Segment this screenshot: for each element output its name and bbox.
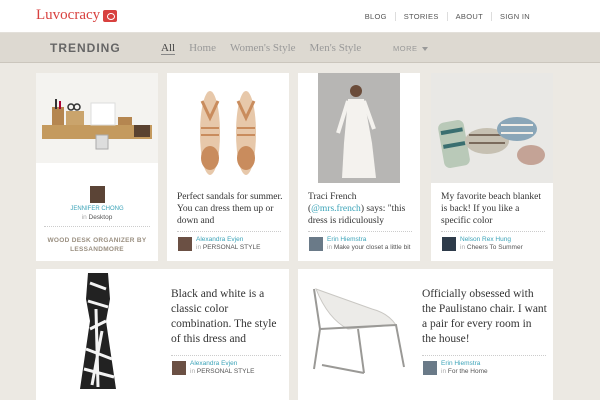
- product-description[interactable]: Perfect sandals for summer. You can dres…: [177, 191, 283, 227]
- avatar[interactable]: [172, 361, 186, 375]
- nav-signin-link[interactable]: SIGN IN: [490, 12, 538, 21]
- top-nav: BLOG STORIES ABOUT SIGN IN: [357, 12, 538, 21]
- nav-about-link[interactable]: ABOUT: [446, 12, 491, 21]
- pinner-name[interactable]: Alexandra Evjen: [196, 236, 260, 244]
- board-line: in Make your closet a little bit: [327, 244, 410, 252]
- more-dropdown[interactable]: MORE: [393, 44, 428, 53]
- avatar[interactable]: [178, 237, 192, 251]
- pinner-name[interactable]: JENNIFER CHONG: [36, 206, 158, 212]
- tab-womens-style[interactable]: Women's Style: [230, 42, 296, 55]
- board-line: in Cheers To Summer: [460, 244, 523, 252]
- pinner-reference: Traci French: [308, 192, 357, 202]
- in-label: in: [190, 368, 196, 375]
- tab-home[interactable]: Home: [189, 42, 216, 55]
- in-label: in: [327, 244, 333, 251]
- white-dress-image: [298, 73, 420, 183]
- board-name[interactable]: PERSONAL STYLE: [197, 368, 255, 375]
- product-card-beach-blanket[interactable]: My favorite beach blanket is back! If yo…: [431, 73, 553, 261]
- divider: [422, 355, 546, 356]
- pinner-name[interactable]: Erin Hiemstra: [441, 360, 488, 368]
- avatar[interactable]: [309, 237, 323, 251]
- divider: [177, 231, 281, 232]
- product-caption[interactable]: WOOD DESK ORGANIZER BY LESSANDMORE: [42, 236, 152, 254]
- product-description[interactable]: Officially obsessed with the Paulistano …: [422, 287, 548, 345]
- pinner-info: Erin Hiemstra in Make your closet a litt…: [327, 236, 410, 252]
- product-card-sandals[interactable]: Perfect sandals for summer. You can dres…: [167, 73, 289, 261]
- board-name[interactable]: For the Home: [448, 368, 488, 375]
- tab-mens-style[interactable]: Men's Style: [310, 42, 362, 55]
- logo[interactable]: Luvocracy: [36, 7, 118, 24]
- desk-organizer-image: [36, 73, 158, 163]
- pinner-info: Alexandra Evjen in PERSONAL STYLE: [190, 360, 254, 376]
- avatar[interactable]: [442, 237, 456, 251]
- product-description[interactable]: Traci French (@mrs.french) says: "this d…: [308, 191, 414, 227]
- top-bar: Luvocracy BLOG STORIES ABOUT SIGN IN: [0, 0, 600, 33]
- divider: [308, 231, 412, 232]
- in-label: in: [441, 368, 447, 375]
- category-tabs: All Home Women's Style Men's Style: [161, 42, 375, 55]
- in-label: in: [460, 244, 466, 251]
- pinner-name[interactable]: Alexandra Evjen: [190, 360, 254, 368]
- board-line: in PERSONAL STYLE: [196, 244, 260, 252]
- board-name[interactable]: Make your closet a little bit: [334, 244, 411, 251]
- product-card-paulistano-chair[interactable]: Officially obsessed with the Paulistano …: [298, 269, 553, 400]
- product-description[interactable]: My favorite beach blanket is back! If yo…: [441, 191, 549, 227]
- board-name[interactable]: Cheers To Summer: [467, 244, 523, 251]
- beach-blanket-image: [431, 73, 553, 183]
- pinner-info: Nelson Rex Hung in Cheers To Summer: [460, 236, 523, 252]
- avatar[interactable]: [90, 186, 105, 203]
- pinner-info: Alexandra Evjen in PERSONAL STYLE: [196, 236, 260, 252]
- avatar[interactable]: [423, 361, 437, 375]
- divider: [171, 355, 281, 356]
- product-card-desk-organizer[interactable]: JENNIFER CHONG in Desktop WOOD DESK ORGA…: [36, 73, 158, 261]
- product-card-white-dress[interactable]: Traci French (@mrs.french) says: "this d…: [298, 73, 420, 261]
- handle-link[interactable]: @mrs.french: [311, 204, 361, 214]
- in-label: in: [81, 214, 87, 221]
- product-card-black-white-dress[interactable]: Black and white is a classic color combi…: [36, 269, 289, 400]
- sandals-image: [167, 73, 289, 183]
- logo-text: Luvocracy: [36, 7, 101, 23]
- tab-all[interactable]: All: [161, 42, 176, 55]
- pinner-name[interactable]: Erin Hiemstra: [327, 236, 410, 244]
- divider: [441, 231, 545, 232]
- logo-heart-icon: [103, 9, 118, 22]
- board-line: in For the Home: [441, 368, 488, 376]
- nav-blog-link[interactable]: BLOG: [357, 12, 395, 21]
- black-white-dress-image: [36, 269, 156, 400]
- board-name[interactable]: PERSONAL STYLE: [203, 244, 261, 251]
- trending-title: TRENDING: [50, 41, 121, 55]
- board-line: in Desktop: [36, 214, 158, 221]
- in-label: in: [196, 244, 202, 251]
- pinner-info: Erin Hiemstra in For the Home: [441, 360, 488, 376]
- board-line: in PERSONAL STYLE: [190, 368, 254, 376]
- trending-bar: TRENDING All Home Women's Style Men's St…: [0, 33, 600, 63]
- paulistano-chair-image: [298, 269, 413, 400]
- pinner-name[interactable]: Nelson Rex Hung: [460, 236, 523, 244]
- nav-stories-link[interactable]: STORIES: [394, 12, 447, 21]
- board-name[interactable]: Desktop: [89, 214, 113, 221]
- product-description[interactable]: Black and white is a classic color combi…: [171, 287, 283, 345]
- divider: [44, 226, 150, 227]
